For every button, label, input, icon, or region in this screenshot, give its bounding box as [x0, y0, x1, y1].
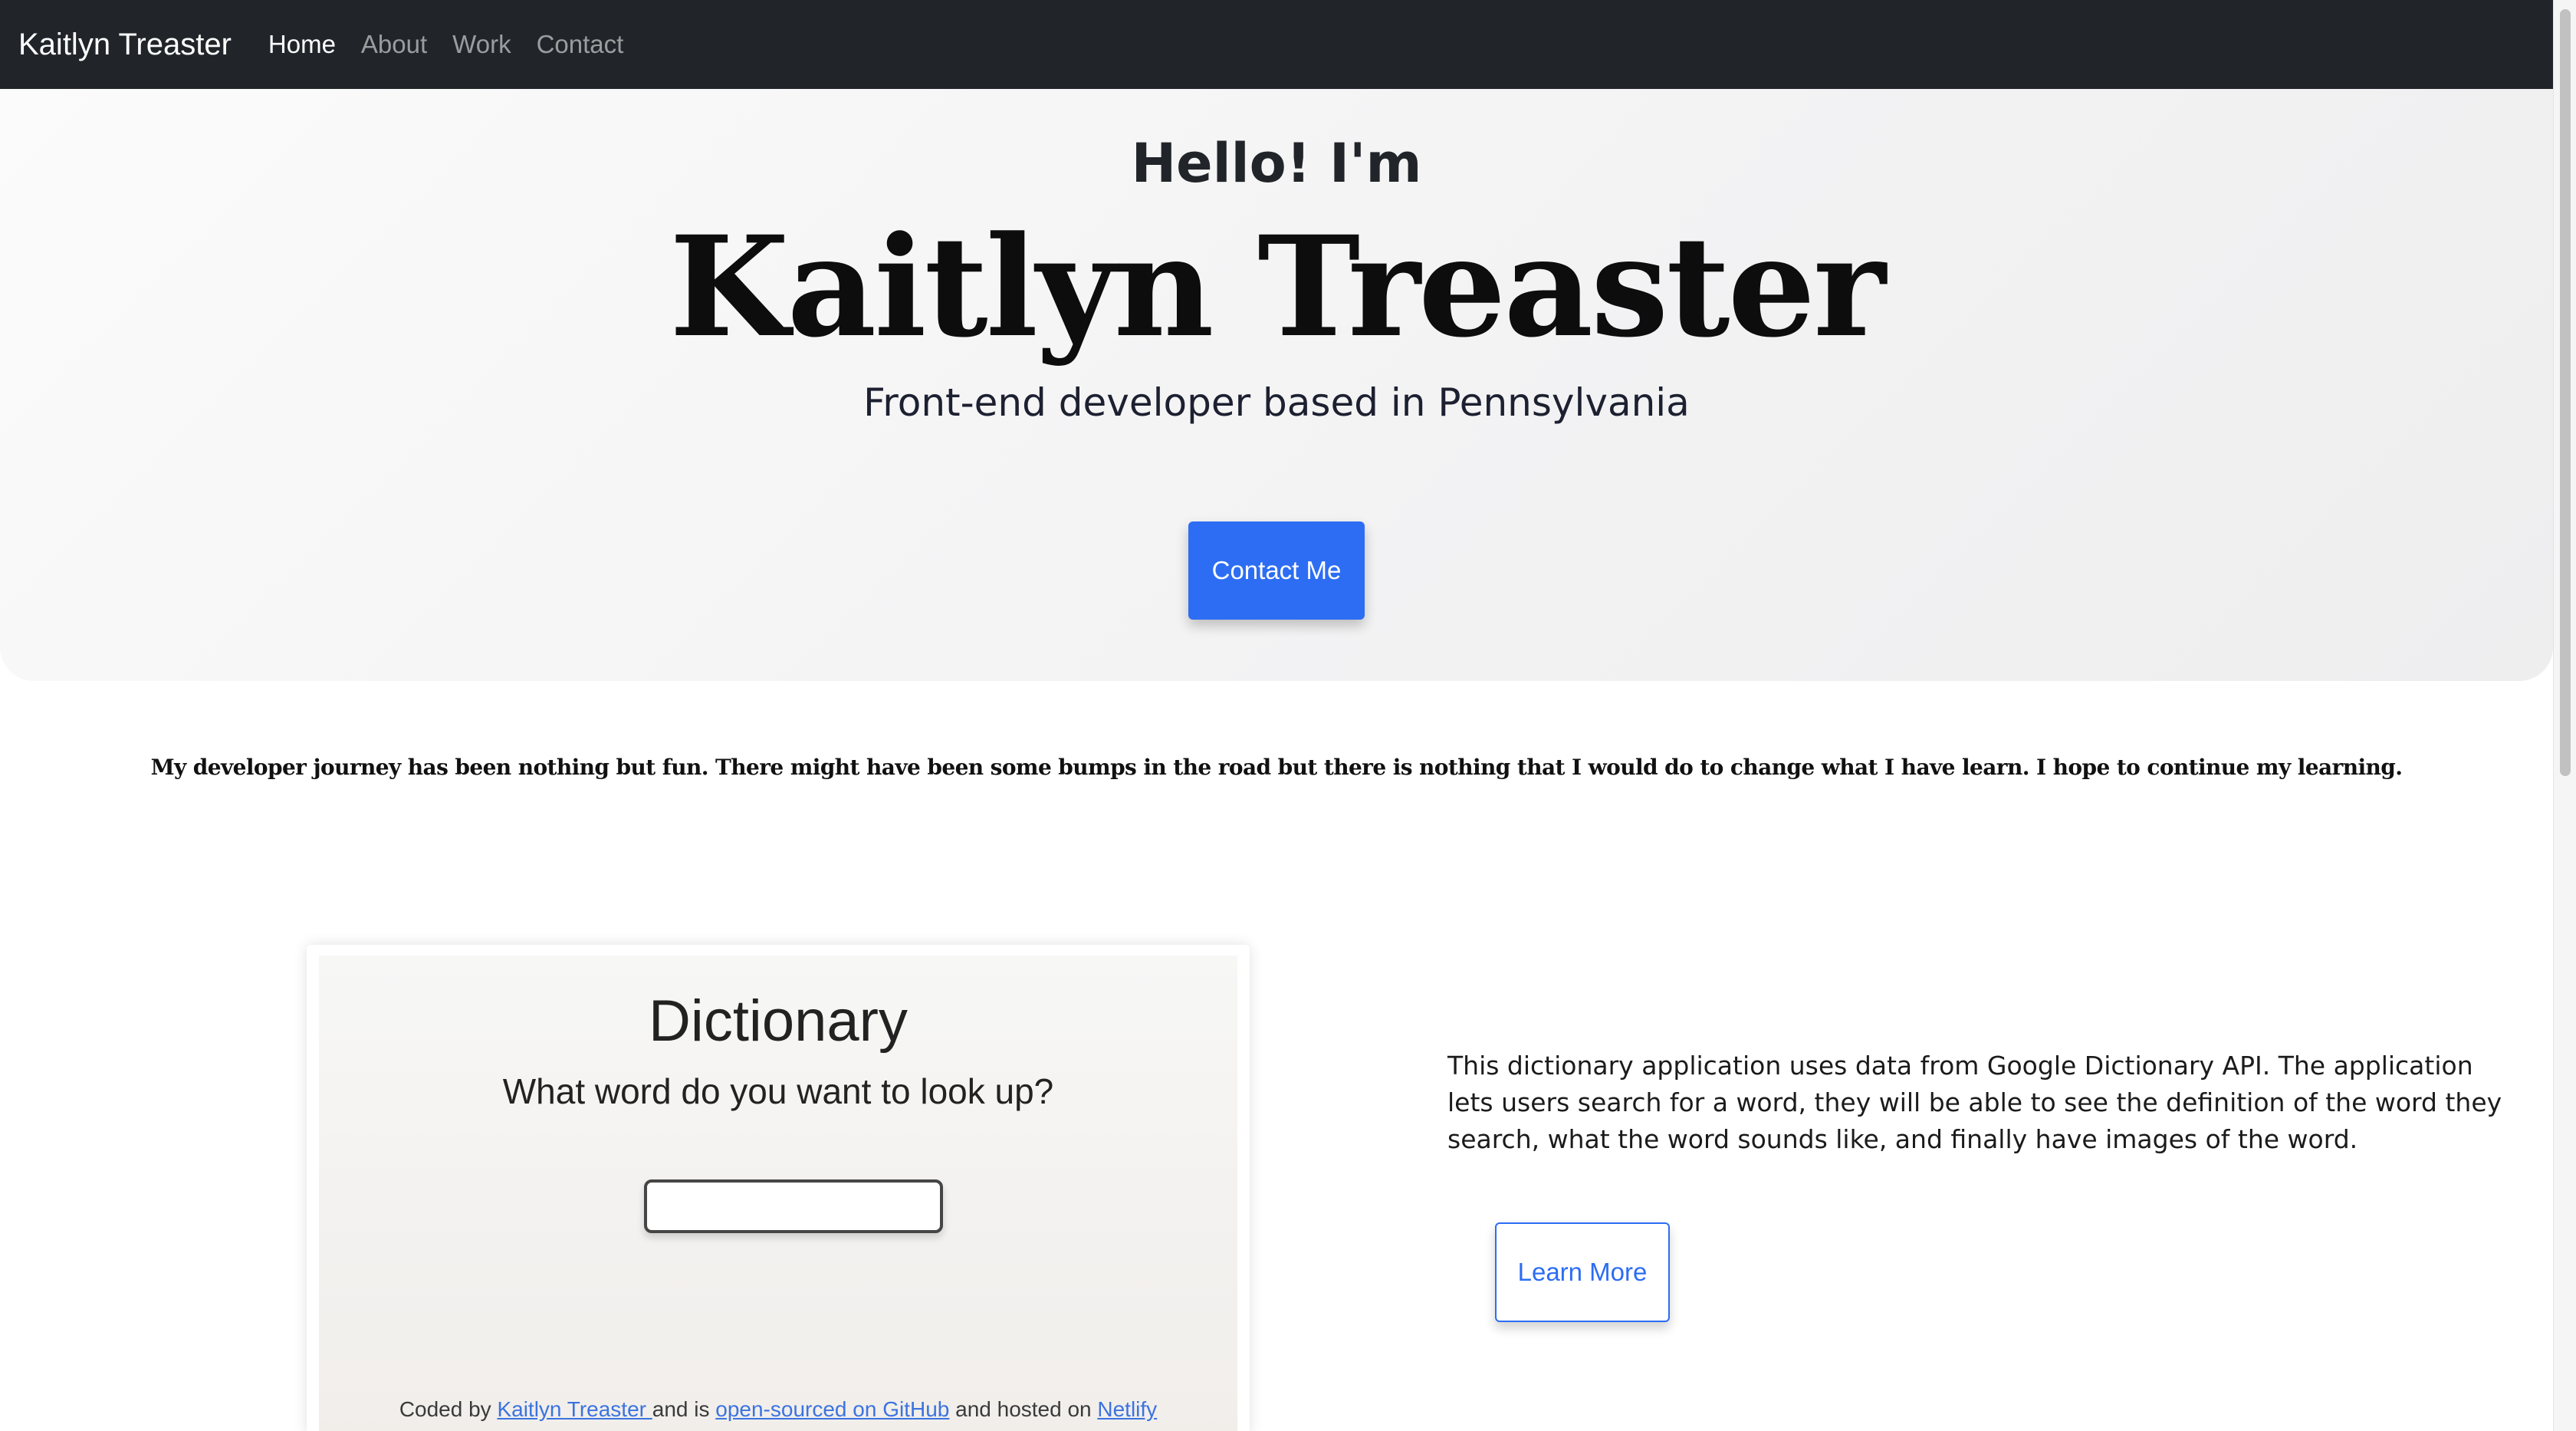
- nav-link-work[interactable]: Work: [452, 30, 511, 59]
- navbar-brand[interactable]: Kaitlyn Treaster: [18, 28, 232, 62]
- learn-more-button[interactable]: Learn More: [1495, 1222, 1670, 1322]
- top-navbar: Kaitlyn Treaster Home About Work Contact: [0, 0, 2553, 89]
- footer-netlify-link[interactable]: Netlify: [1097, 1397, 1157, 1421]
- page-scrollbar[interactable]: [2553, 0, 2576, 1431]
- nav-link-contact[interactable]: Contact: [537, 30, 624, 59]
- nav-link-home[interactable]: Home: [268, 30, 336, 59]
- dictionary-title: Dictionary: [649, 989, 908, 1054]
- intro-paragraph: My developer journey has been nothing bu…: [150, 755, 2403, 780]
- footer-author-link[interactable]: Kaitlyn Treaster: [497, 1397, 652, 1421]
- footer-text-coded-by: Coded by: [399, 1397, 498, 1421]
- project-screenshot[interactable]: Dictionary What word do you want to look…: [319, 956, 1237, 1431]
- footer-text-and-is: and is: [652, 1397, 716, 1421]
- dictionary-subtitle: What word do you want to look up?: [502, 1071, 1054, 1111]
- project-card: Dictionary What word do you want to look…: [307, 945, 1250, 1431]
- dictionary-search-input: [644, 1179, 943, 1233]
- contact-me-button[interactable]: Contact Me: [1188, 521, 1365, 620]
- hero-tagline: Front-end developer based in Pennsylvani…: [863, 380, 1690, 425]
- hero-section: Hello! I'm Kaitlyn Treaster Front-end de…: [0, 89, 2553, 681]
- hero-greeting: Hello! I'm: [1131, 132, 1422, 195]
- footer-github-link[interactable]: open-sourced on GitHub: [715, 1397, 949, 1421]
- project-description: This dictionary application uses data fr…: [1447, 1051, 2502, 1154]
- footer-text-hosted-on: and hosted on: [949, 1397, 1098, 1421]
- dictionary-footer: Coded by Kaitlyn Treaster and is open-so…: [319, 1397, 1237, 1422]
- hero-name: Kaitlyn Treaster: [669, 206, 1886, 368]
- nav-link-about[interactable]: About: [361, 30, 427, 59]
- scrollbar-thumb[interactable]: [2560, 9, 2571, 776]
